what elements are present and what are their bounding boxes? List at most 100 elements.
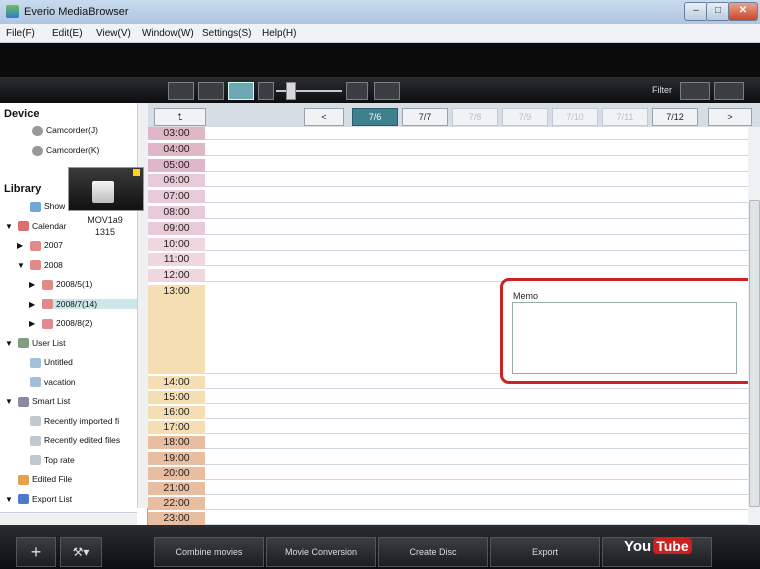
device-camcorder-j[interactable]: Camcorder(J) [32,125,98,136]
video-name: MOV1a9 [87,215,123,225]
library-item-icon [18,396,29,407]
date-button[interactable]: 7/12 [652,108,698,126]
hour-row: 16:00 [148,406,748,420]
filter-media-dropdown-icon[interactable] [680,82,710,100]
hour-row: 07:00 [148,190,748,204]
library-item[interactable]: Recently imported fi [30,416,119,427]
library-item-label: 2008/7(14) [56,298,98,309]
next-dates-button[interactable]: > [708,108,752,126]
photo-view-icon[interactable] [374,82,400,100]
hour-label: 10:00 [148,237,205,251]
library-item-icon [30,377,41,388]
hour-row: 05:00 [148,158,748,172]
library-item[interactable]: 2007 [30,240,63,251]
sidebar-scrollbar[interactable] [137,103,148,508]
library-item[interactable]: 2008 [30,260,63,271]
header-band [0,43,760,77]
thumbnail-view-icon[interactable] [168,82,194,100]
library-header: Library [4,183,42,195]
date-button[interactable]: 7/9 [502,108,548,126]
hour-label: 20:00 [148,466,205,480]
menu-edit[interactable]: Edit(E) [52,28,83,39]
tree-toggle-icon[interactable]: ▶ [29,280,35,289]
row-divider [205,433,748,435]
library-item-icon [30,357,41,368]
create-disc-button[interactable]: Create Disc [378,537,488,567]
tree-toggle-icon[interactable]: ▼ [5,397,13,406]
calendar-view-icon[interactable] [228,82,254,100]
library-item-icon [18,494,29,505]
library-item[interactable]: Untitled [30,357,73,368]
tree-toggle-icon[interactable]: ▼ [5,495,13,504]
combine-movies-button[interactable]: Combine movies [154,537,264,567]
export-button[interactable]: Export [490,537,600,567]
memo-input[interactable] [512,302,737,374]
prev-dates-button[interactable]: < [304,108,344,126]
memo-label: Memo [513,291,539,301]
menu-window[interactable]: Window(W) [142,28,194,39]
camcorder-icon [32,145,43,156]
tree-toggle-icon[interactable]: ▶ [29,319,35,328]
maximize-button[interactable]: □ [706,2,730,21]
date-button[interactable]: 7/10 [552,108,598,126]
tree-toggle-icon[interactable]: ▶ [17,241,23,250]
library-item-icon [30,455,41,466]
library-item[interactable]: Edited File [18,474,72,485]
filter-rating-dropdown-icon[interactable] [714,82,744,100]
row-divider [205,463,748,465]
library-item[interactable]: 2008/5(1) [42,279,92,290]
row-divider [205,154,748,156]
library-item-label: User List [32,337,66,348]
row-divider [205,478,748,480]
tree-toggle-icon[interactable]: ▶ [29,300,35,309]
row-divider [205,249,748,251]
library-item[interactable]: Smart List [18,396,70,407]
filter-label: Filter [652,85,672,95]
hour-row: 04:00 [148,142,748,156]
hour-row: 15:00 [148,391,748,405]
library-item[interactable]: Export List [18,494,72,505]
menu-file[interactable]: File(F) [6,28,35,39]
library-item-label: Top rate [44,454,75,465]
hour-row: 19:00 [148,451,748,465]
hour-label: 19:00 [148,451,205,465]
tree-toggle-icon[interactable]: ▼ [5,339,13,348]
library-item[interactable]: User List [18,338,66,349]
tools-dropdown-icon[interactable]: ⚒▾ [60,537,102,567]
menu-view[interactable]: View(V) [96,28,131,39]
zoom-out-icon[interactable] [258,82,274,100]
tree-toggle-icon[interactable]: ▼ [17,261,25,270]
library-item-label: Export List [32,493,73,504]
hour-row: 08:00 [148,206,748,219]
sidebar-horizontal-scrollbar[interactable] [0,512,137,525]
go-up-button[interactable]: ⮤ [154,108,206,126]
add-icon[interactable]: + [16,537,56,567]
library-item-label: Recently imported fi [44,415,120,426]
menu-settings[interactable]: Settings(S) [202,28,251,39]
date-button[interactable]: 7/11 [602,108,648,126]
row-divider [205,418,748,420]
library-item-icon [30,435,41,446]
library-item[interactable]: vacation [30,377,76,388]
list-view-icon[interactable] [198,82,224,100]
date-button[interactable]: 7/7 [402,108,448,126]
movie-conversion-button[interactable]: Movie Conversion [266,537,376,567]
library-item[interactable]: Recently edited files [30,435,120,446]
hour-label: 07:00 [148,190,205,204]
library-item[interactable]: 2008/8(2) [42,318,92,329]
hour-row: 20:00 [148,466,748,480]
date-button[interactable]: 7/6 [352,108,398,126]
zoom-in-icon[interactable] [346,82,368,100]
library-item[interactable]: 2008/7(14) [42,298,137,310]
library-item-label: 2008/8(2) [56,318,93,328]
tree-toggle-icon[interactable]: ▼ [5,222,13,231]
zoom-slider-thumb[interactable] [286,82,296,100]
device-camcorder-k[interactable]: Camcorder(K) [32,145,99,156]
hour-label: 16:00 [148,406,205,420]
library-item[interactable]: Top rate [30,455,75,466]
calendar-scrollbar-thumb[interactable] [749,200,760,507]
close-button[interactable]: ✕ [728,2,758,21]
menu-help[interactable]: Help(H) [262,28,296,39]
date-button[interactable]: 7/8 [452,108,498,126]
minimize-button[interactable]: – [684,2,708,21]
